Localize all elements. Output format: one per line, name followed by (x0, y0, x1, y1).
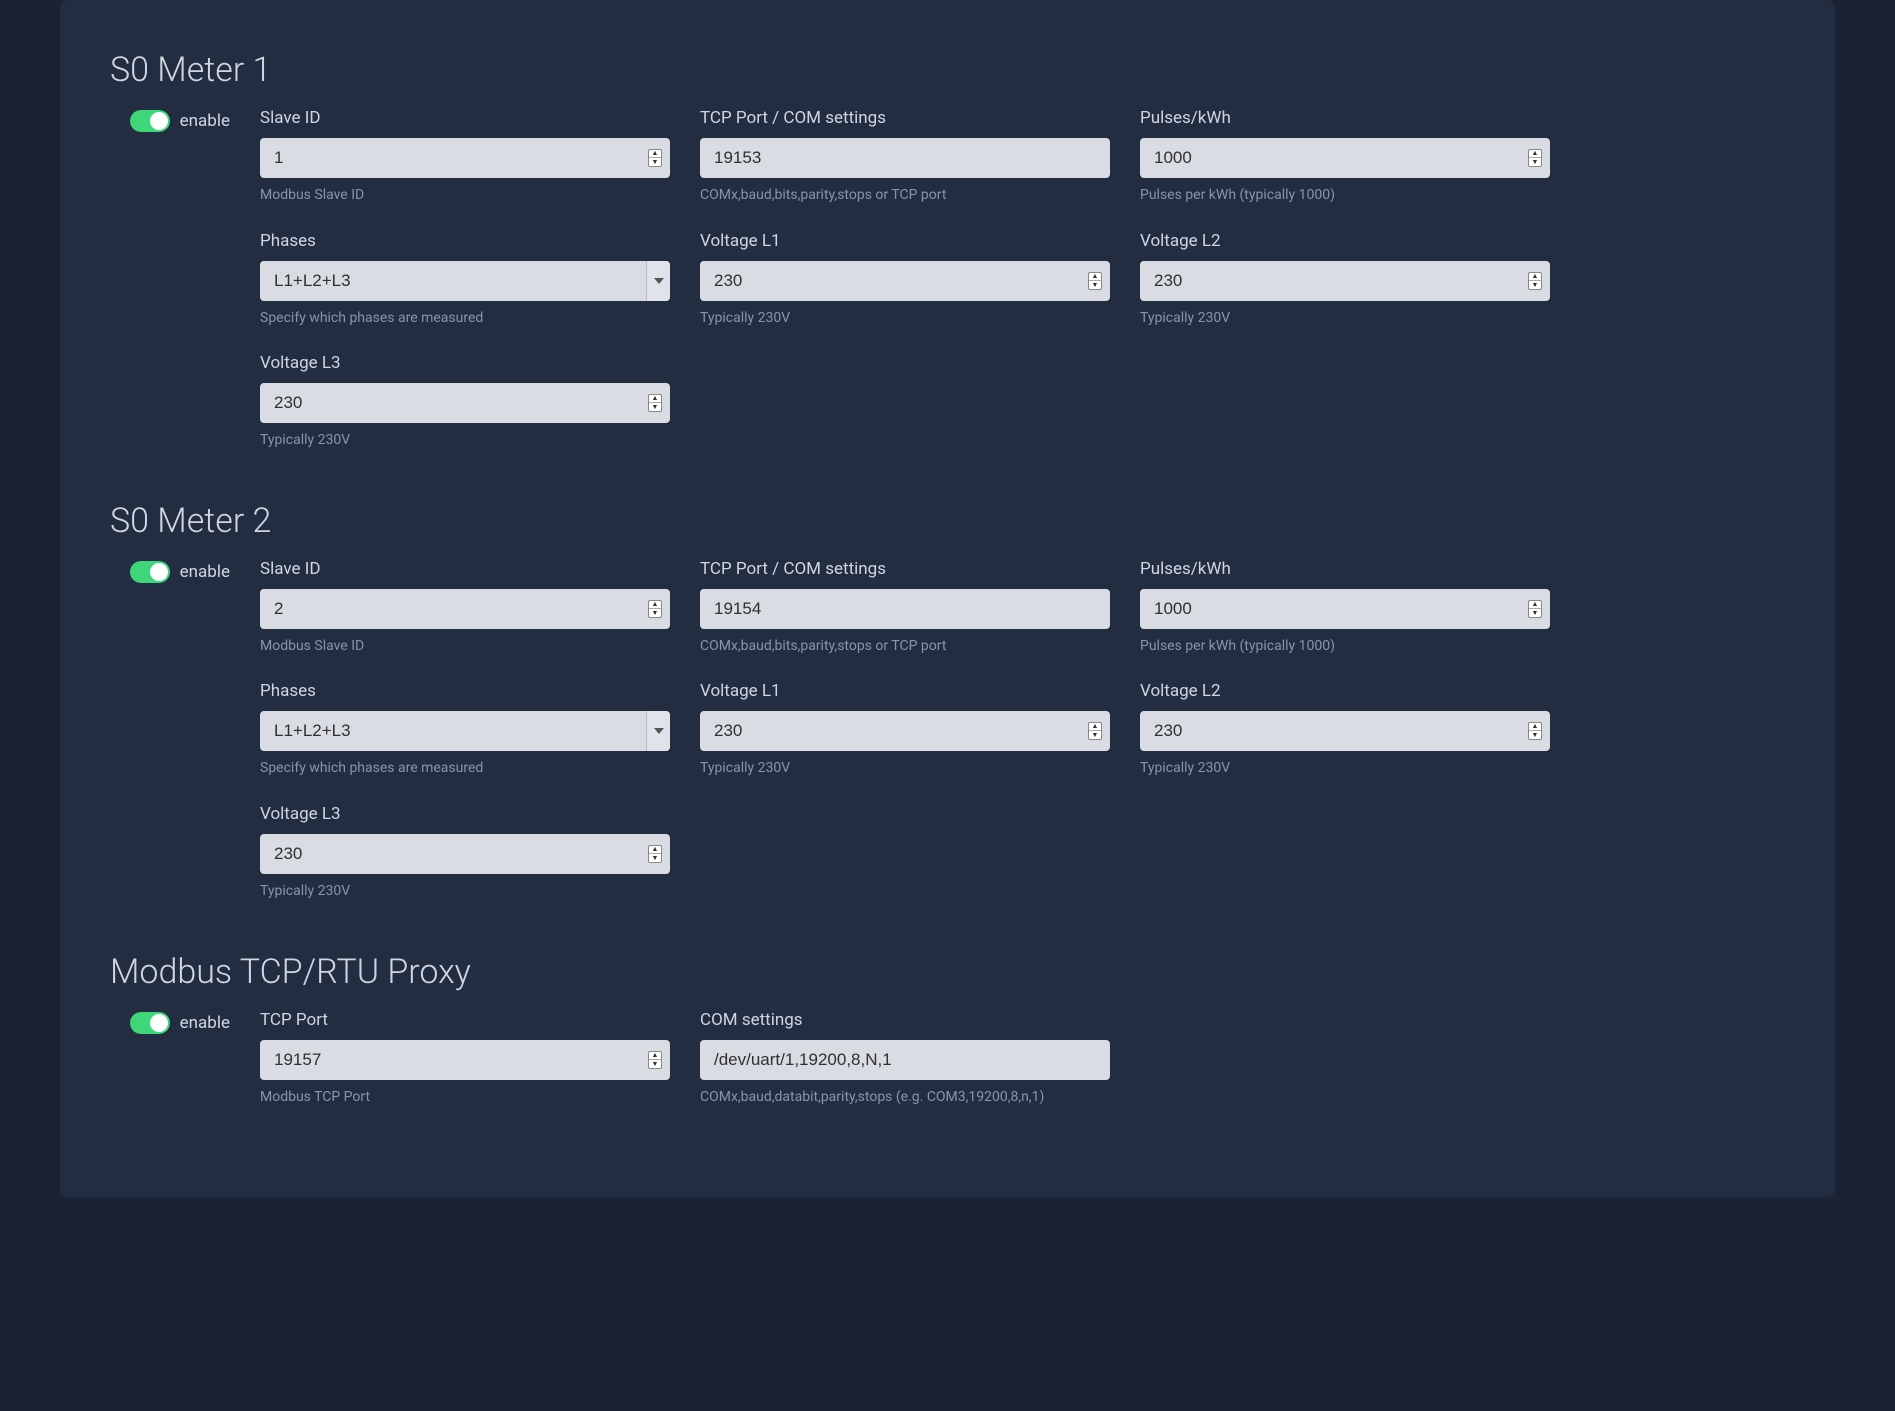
phases-select[interactable] (260, 711, 670, 751)
phases-select[interactable] (260, 261, 670, 301)
phases-help: Specify which phases are measured (260, 309, 670, 329)
phases-label: Phases (260, 231, 670, 251)
spinner-icon[interactable]: ▲▼ (1528, 722, 1542, 740)
com-settings-label: COM settings (700, 1010, 1110, 1030)
section-title-s0-meter-2: S0 Meter 2 (100, 501, 1795, 541)
spinner-icon[interactable]: ▲▼ (1528, 149, 1542, 167)
spinner-icon[interactable]: ▲▼ (648, 845, 662, 863)
enable-label: enable (180, 111, 230, 131)
voltage-l2-label: Voltage L2 (1140, 231, 1550, 251)
section-title-modbus-proxy: Modbus TCP/RTU Proxy (100, 952, 1795, 992)
slave-id-label: Slave ID (260, 559, 670, 579)
spinner-icon[interactable]: ▲▼ (1088, 272, 1102, 290)
voltage-l3-label: Voltage L3 (260, 804, 670, 824)
slave-id-label: Slave ID (260, 108, 670, 128)
pulses-help: Pulses per kWh (typically 1000) (1140, 186, 1550, 206)
com-settings-input[interactable] (700, 1040, 1110, 1080)
voltage-l3-help: Typically 230V (260, 882, 670, 902)
spinner-icon[interactable]: ▲▼ (1528, 272, 1542, 290)
tcp-port-help: COMx,baud,bits,parity,stops or TCP port (700, 186, 1110, 206)
voltage-l1-label: Voltage L1 (700, 681, 1110, 701)
voltage-l2-input[interactable] (1140, 711, 1550, 751)
chevron-down-icon[interactable] (646, 711, 670, 751)
slave-id-input[interactable] (260, 138, 670, 178)
voltage-l1-label: Voltage L1 (700, 231, 1110, 251)
spinner-icon[interactable]: ▲▼ (648, 149, 662, 167)
voltage-l1-help: Typically 230V (700, 309, 1110, 329)
spinner-icon[interactable]: ▲▼ (1528, 600, 1542, 618)
spinner-icon[interactable]: ▲▼ (648, 394, 662, 412)
voltage-l3-help: Typically 230V (260, 431, 670, 451)
voltage-l1-input[interactable] (700, 711, 1110, 751)
pulses-input[interactable] (1140, 138, 1550, 178)
tcp-port-help: COMx,baud,bits,parity,stops or TCP port (700, 637, 1110, 657)
pulses-help: Pulses per kWh (typically 1000) (1140, 637, 1550, 657)
voltage-l2-help: Typically 230V (1140, 309, 1550, 329)
spinner-icon[interactable]: ▲▼ (1088, 722, 1102, 740)
slave-id-help: Modbus Slave ID (260, 186, 670, 206)
tcp-port-input[interactable] (260, 1040, 670, 1080)
voltage-l3-input[interactable] (260, 383, 670, 423)
tcp-port-input[interactable] (700, 138, 1110, 178)
voltage-l2-help: Typically 230V (1140, 759, 1550, 779)
voltage-l3-input[interactable] (260, 834, 670, 874)
phases-help: Specify which phases are measured (260, 759, 670, 779)
chevron-down-icon[interactable] (646, 261, 670, 301)
enable-toggle-s0-meter-1[interactable] (130, 110, 170, 132)
pulses-label: Pulses/kWh (1140, 559, 1550, 579)
voltage-l2-label: Voltage L2 (1140, 681, 1550, 701)
com-settings-help: COMx,baud,databit,parity,stops (e.g. COM… (700, 1088, 1110, 1108)
enable-label: enable (180, 1013, 230, 1033)
enable-toggle-modbus-proxy[interactable] (130, 1012, 170, 1034)
voltage-l2-input[interactable] (1140, 261, 1550, 301)
enable-toggle-s0-meter-2[interactable] (130, 561, 170, 583)
tcp-port-label: TCP Port / COM settings (700, 559, 1110, 579)
voltage-l1-input[interactable] (700, 261, 1110, 301)
section-title-s0-meter-1: S0 Meter 1 (100, 50, 1795, 90)
slave-id-help: Modbus Slave ID (260, 637, 670, 657)
spinner-icon[interactable]: ▲▼ (648, 1051, 662, 1069)
pulses-label: Pulses/kWh (1140, 108, 1550, 128)
tcp-port-label: TCP Port / COM settings (700, 108, 1110, 128)
tcp-port-label: TCP Port (260, 1010, 670, 1030)
voltage-l1-help: Typically 230V (700, 759, 1110, 779)
enable-label: enable (180, 562, 230, 582)
slave-id-input[interactable] (260, 589, 670, 629)
pulses-input[interactable] (1140, 589, 1550, 629)
tcp-port-help: Modbus TCP Port (260, 1088, 670, 1108)
spinner-icon[interactable]: ▲▼ (648, 600, 662, 618)
voltage-l3-label: Voltage L3 (260, 353, 670, 373)
tcp-port-input[interactable] (700, 589, 1110, 629)
phases-label: Phases (260, 681, 670, 701)
